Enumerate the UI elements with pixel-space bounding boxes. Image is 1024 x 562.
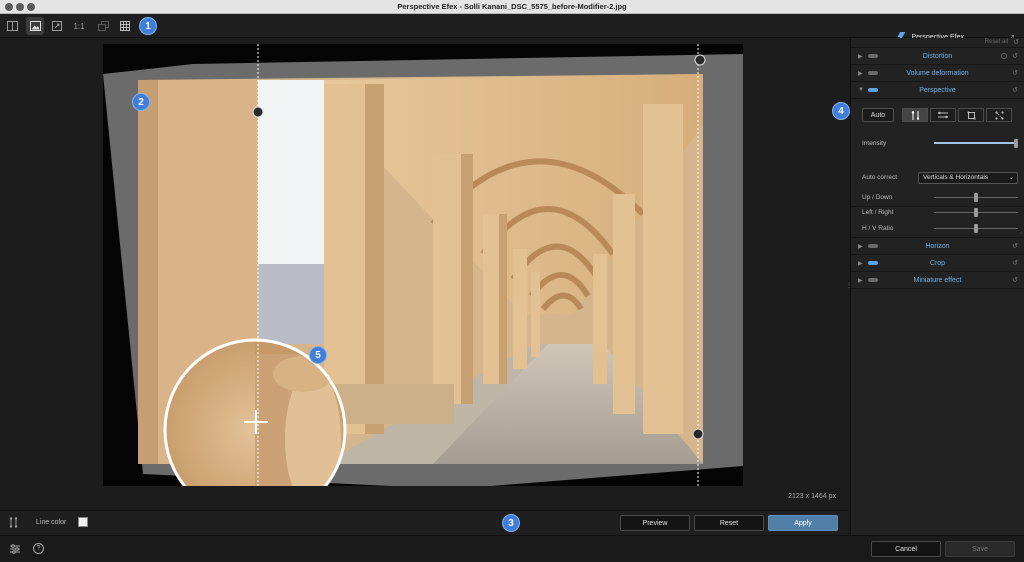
info-icon[interactable] (1001, 53, 1007, 59)
callout-badge-1: 1 (139, 17, 157, 35)
preview-button[interactable]: Preview (620, 515, 690, 531)
expand-arrow-icon[interactable]: ▶ (858, 53, 863, 60)
image-canvas[interactable] (103, 44, 743, 486)
apply-button[interactable]: Apply (768, 515, 838, 531)
line-color-label: Line color (36, 519, 67, 526)
cancel-button[interactable]: Cancel (871, 541, 941, 557)
resize-handle-icon[interactable]: ⌟ (1019, 228, 1022, 235)
layers-icon[interactable] (94, 17, 112, 35)
hv-ratio-slider-knob[interactable] (974, 224, 978, 233)
section-reset-icon[interactable]: ↺ (1012, 52, 1018, 60)
compare-icon[interactable] (3, 17, 21, 35)
auto-button[interactable]: Auto (862, 108, 894, 122)
up-down-slider-knob[interactable] (974, 193, 978, 202)
mode-points-icon[interactable] (986, 108, 1012, 122)
section-miniature-effect[interactable]: ▶ Miniature effect ↺ (851, 272, 1024, 289)
section-distortion[interactable]: ▶ Distortion ↺ (851, 48, 1024, 65)
miniature-toggle[interactable] (868, 278, 878, 282)
horizon-toggle[interactable] (868, 244, 878, 248)
zoom-1-1-icon[interactable]: 1:1 (70, 17, 88, 35)
reset-button[interactable]: Reset (694, 515, 764, 531)
section-horizon[interactable]: ▶ Horizon ↺ (851, 238, 1024, 255)
section-reset-icon[interactable]: ↺ (1012, 69, 1018, 77)
canvas-area: 2 5 2123 x 1464 px (0, 38, 848, 510)
perspective-toggle[interactable] (868, 88, 878, 92)
mode-vertical-icon[interactable] (902, 108, 928, 122)
expand-arrow-icon[interactable]: ▶ (858, 243, 863, 250)
auto-correct-label: Auto correct (862, 174, 898, 181)
perspective-controls-lower: Left / Right H / V Ratio ⌟ (851, 206, 1024, 238)
left-right-slider-knob[interactable] (974, 208, 978, 217)
help-icon[interactable]: ? (33, 543, 44, 554)
auto-correct-select[interactable]: Verticals & Horizontals ⌄ (918, 172, 1018, 184)
callout-badge-4: 4 (832, 102, 850, 120)
reset-all-icon[interactable]: ↺ (1013, 38, 1019, 46)
footer-bar: ? Cancel Save (0, 535, 1024, 562)
photo-preview (103, 44, 743, 486)
mode-horizontal-icon[interactable] (930, 108, 956, 122)
window-title: Perspective Efex - Solli Kanani_DSC_5575… (397, 2, 627, 11)
top-toolbar: 1:1 1 Perspective Efex ⤢ (0, 14, 1024, 43)
section-reset-icon[interactable]: ↺ (1012, 242, 1018, 250)
hv-ratio-label: H / V Ratio (862, 225, 894, 232)
zoom-1-1-label: 1:1 (73, 21, 85, 31)
section-perspective[interactable]: ▼ Perspective ↺ (851, 82, 1024, 99)
distortion-toggle[interactable] (868, 54, 878, 58)
collapse-arrow-icon[interactable]: ▼ (858, 87, 864, 93)
bottom-bar: Line color 3 Preview Reset Apply (0, 510, 848, 535)
chevron-down-icon: ⌄ (1008, 174, 1014, 181)
section-volume-deformation[interactable]: ▶ Volume deformation ↺ (851, 65, 1024, 82)
hv-ratio-slider[interactable] (934, 224, 1018, 233)
expand-arrow-icon[interactable]: ▶ (858, 260, 863, 267)
auto-correct-value: Verticals & Horizontals (923, 174, 989, 181)
image-view-icon[interactable] (26, 17, 44, 35)
volume-toggle[interactable] (868, 71, 878, 75)
save-button[interactable]: Save (945, 541, 1015, 557)
image-dimensions: 2123 x 1464 px (788, 493, 836, 500)
grid-icon[interactable] (116, 17, 134, 35)
intensity-slider-fill (934, 142, 1018, 144)
line-color-swatch[interactable] (78, 517, 88, 527)
section-reset-icon[interactable]: ↺ (1012, 276, 1018, 284)
panel-collapse-handle[interactable]: ⋮ (846, 282, 852, 290)
callout-badge-5: 5 (309, 346, 327, 364)
section-crop[interactable]: ▶ Crop ↺ (851, 255, 1024, 272)
mode-rectangle-icon[interactable] (958, 108, 984, 122)
crop-toggle[interactable] (868, 261, 878, 265)
vertical-lines-icon[interactable] (9, 517, 18, 530)
perspective-controls: Auto Intensity Auto correct Verticals & … (851, 99, 1024, 207)
intensity-slider[interactable] (934, 139, 1018, 148)
section-reset-icon[interactable]: ↺ (1012, 86, 1018, 94)
panel-top: Reset all ↺ (851, 38, 1024, 48)
settings-sliders-icon[interactable] (10, 544, 20, 556)
left-right-slider[interactable] (934, 208, 1018, 217)
callout-badge-3: 3 (502, 514, 520, 532)
intensity-label: Intensity (862, 140, 887, 147)
fit-icon[interactable] (48, 17, 66, 35)
app-window: Perspective Efex - Solli Kanani_DSC_5575… (0, 0, 1024, 562)
up-down-slider[interactable] (934, 193, 1018, 202)
expand-arrow-icon[interactable]: ▶ (858, 277, 863, 284)
callout-badge-2: 2 (132, 93, 150, 111)
section-reset-icon[interactable]: ↺ (1012, 259, 1018, 267)
settings-panel: Reset all ↺ ▶ Distortion ↺ ▶ Volume defo… (850, 38, 1024, 535)
reset-all-button[interactable]: Reset all (985, 39, 1008, 45)
title-bar: Perspective Efex - Solli Kanani_DSC_5575… (0, 0, 1024, 14)
up-down-label: Up / Down (862, 194, 893, 201)
intensity-slider-knob[interactable] (1014, 139, 1018, 148)
expand-arrow-icon[interactable]: ▶ (858, 70, 863, 77)
left-right-label: Left / Right (862, 209, 894, 216)
